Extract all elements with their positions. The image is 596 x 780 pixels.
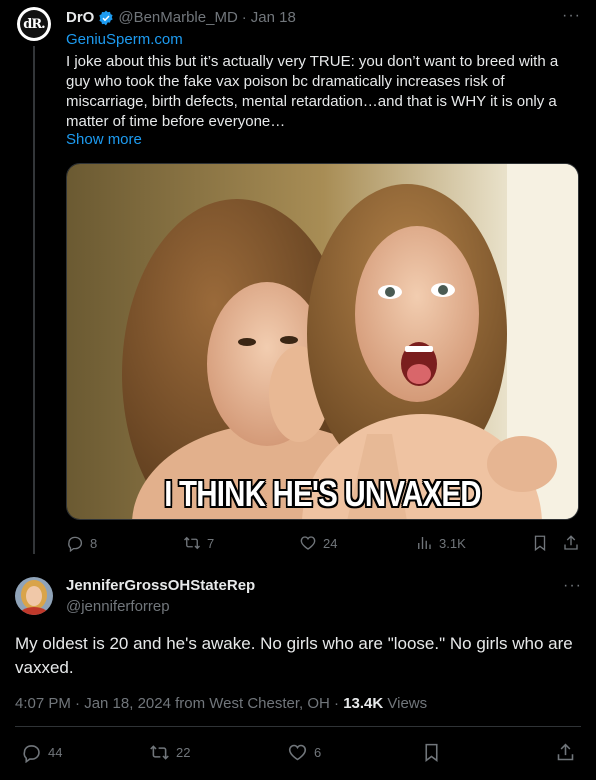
repost-count: 7 bbox=[207, 535, 215, 551]
bookmark-icon bbox=[534, 535, 546, 552]
share-icon bbox=[557, 743, 574, 761]
views-label: Views bbox=[383, 695, 428, 712]
bookmark-button[interactable] bbox=[531, 534, 549, 552]
more-options-button-reply[interactable]: ··· bbox=[563, 577, 582, 595]
like-icon bbox=[288, 744, 307, 761]
avatar-dro[interactable]: dR. bbox=[17, 7, 51, 41]
tweet-text: I joke about this but it’s actually very… bbox=[66, 53, 559, 130]
display-name[interactable]: DrO bbox=[66, 9, 94, 26]
meme-image bbox=[67, 164, 578, 519]
reply-button[interactable]: 8 bbox=[66, 534, 97, 552]
share-icon bbox=[564, 535, 578, 550]
action-bar: 8 7 24 3.1K bbox=[66, 534, 579, 554]
thread-line bbox=[33, 46, 35, 554]
meme-caption: I THINK HE'S UNVAXED bbox=[164, 473, 481, 514]
avatar-jennifer[interactable] bbox=[15, 577, 53, 615]
repost-icon bbox=[184, 536, 200, 550]
divider bbox=[15, 726, 581, 727]
repost-button[interactable]: 7 bbox=[183, 534, 214, 552]
like-count-main: 6 bbox=[314, 745, 322, 760]
timestamp[interactable]: 4:07 PM · Jan 18, 2024 from West Chester… bbox=[15, 695, 343, 712]
reply-count: 8 bbox=[90, 535, 98, 551]
repost-count-main: 22 bbox=[176, 745, 191, 760]
views-button[interactable]: 3.1K bbox=[415, 534, 466, 552]
repost-button-main[interactable]: 22 bbox=[149, 742, 190, 763]
bookmark-button-main[interactable] bbox=[421, 742, 442, 763]
views-count-main: 13.4K bbox=[343, 695, 384, 712]
separator: · bbox=[241, 9, 247, 26]
display-name-jennifer[interactable]: JenniferGrossOHStateRep bbox=[66, 577, 255, 594]
handle-jennifer[interactable]: @jenniferforrep bbox=[66, 598, 170, 615]
like-count: 24 bbox=[323, 535, 338, 551]
reply-icon bbox=[68, 536, 83, 552]
reply-button-main[interactable]: 44 bbox=[21, 742, 62, 763]
handle[interactable]: @BenMarble_MD bbox=[118, 9, 237, 26]
tweet-media[interactable]: I THINK HE'S UNVAXED bbox=[66, 163, 579, 520]
reply-text: My oldest is 20 and he's awake. No girls… bbox=[15, 634, 573, 677]
website-link[interactable]: GeniuSperm.com bbox=[66, 31, 183, 48]
repost-icon bbox=[150, 745, 169, 760]
like-button-main[interactable]: 6 bbox=[287, 742, 321, 763]
tweet-meta: 4:07 PM · Jan 18, 2024 from West Chester… bbox=[15, 695, 427, 712]
avatar-dro-text: dR. bbox=[20, 10, 48, 38]
avatar-photo bbox=[15, 577, 53, 615]
views-icon bbox=[418, 537, 431, 549]
reply-count-main: 44 bbox=[48, 745, 63, 760]
main-action-bar: 44 22 6 bbox=[15, 740, 581, 768]
views-count: 3.1K bbox=[439, 535, 466, 551]
like-button[interactable]: 24 bbox=[299, 534, 337, 552]
share-button-main[interactable] bbox=[555, 742, 576, 763]
bookmark-icon bbox=[425, 743, 438, 762]
tweet-header: DrO @BenMarble_MD · Jan 18 bbox=[66, 9, 296, 26]
more-options-button[interactable]: ··· bbox=[562, 7, 581, 25]
verified-badge-icon[interactable] bbox=[98, 10, 114, 26]
show-more-link[interactable]: Show more bbox=[66, 131, 142, 148]
tweet-date[interactable]: Jan 18 bbox=[251, 9, 296, 26]
reply-icon bbox=[23, 745, 40, 763]
share-button[interactable] bbox=[562, 534, 580, 552]
like-icon bbox=[300, 536, 316, 550]
